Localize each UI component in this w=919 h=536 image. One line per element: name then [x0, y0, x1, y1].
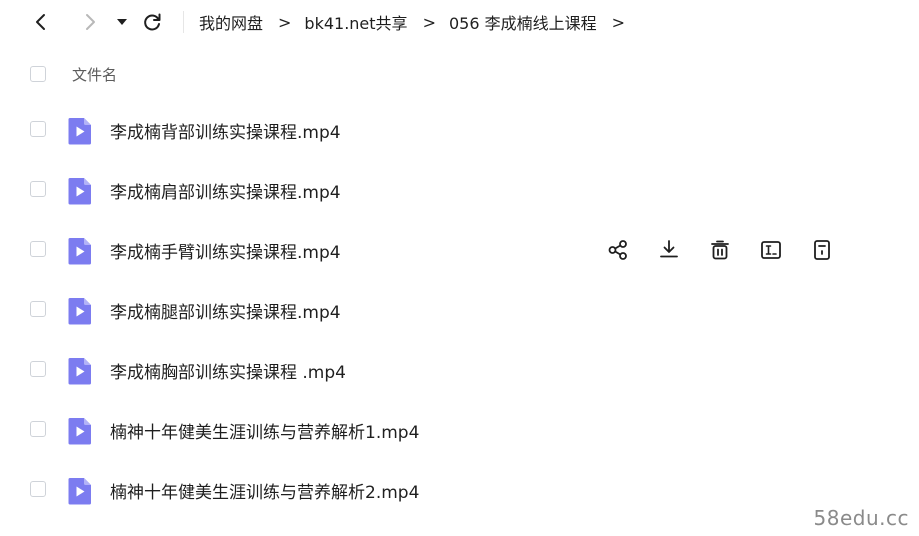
delete-icon	[711, 240, 729, 260]
details-button[interactable]	[810, 238, 834, 262]
column-header-filename[interactable]: 文件名	[72, 64, 117, 85]
file-name[interactable]: 楠神十年健美生涯训练与营养解析1.mp4	[110, 418, 419, 443]
file-name[interactable]: 李成楠背部训练实操课程.mp4	[110, 118, 341, 143]
row-checkbox[interactable]	[30, 421, 46, 437]
download-icon	[660, 240, 678, 258]
share-icon	[608, 240, 627, 260]
row-checkbox[interactable]	[30, 361, 46, 377]
video-file-icon	[68, 478, 91, 505]
file-row-hovered[interactable]: 李成楠手臂训练实操课程.mp4	[0, 225, 919, 273]
rename-icon	[761, 241, 781, 259]
row-checkbox[interactable]	[30, 181, 46, 197]
file-row[interactable]: 楠神十年健美生涯训练与营养解析1.mp4	[0, 405, 919, 453]
video-file-icon	[68, 238, 91, 265]
breadcrumb-item-current[interactable]: 056 李成楠线上课程	[449, 10, 597, 34]
select-all-checkbox[interactable]	[30, 66, 46, 82]
file-row[interactable]: 李成楠腿部训练实操课程.mp4	[0, 285, 919, 333]
video-file-icon	[68, 298, 91, 325]
row-checkbox[interactable]	[30, 481, 46, 497]
delete-button[interactable]	[708, 238, 732, 262]
row-checkbox[interactable]	[30, 121, 46, 137]
details-icon	[814, 240, 830, 260]
file-row[interactable]: 李成楠胸部训练实操课程 .mp4	[0, 345, 919, 393]
file-name[interactable]: 李成楠胸部训练实操课程 .mp4	[110, 358, 346, 383]
forward-button[interactable]	[78, 10, 102, 34]
breadcrumb-item-share[interactable]: bk41.net共享	[304, 10, 407, 34]
file-name[interactable]: 李成楠手臂训练实操课程.mp4	[110, 238, 341, 263]
history-dropdown-button[interactable]	[110, 10, 134, 34]
file-row[interactable]: 李成楠背部训练实操课程.mp4	[0, 105, 919, 153]
breadcrumb-separator: >	[422, 12, 436, 32]
row-actions	[606, 237, 834, 263]
toolbar: 我的网盘 > bk41.net共享 > 056 李成楠线上课程 >	[0, 0, 919, 46]
breadcrumb-item-root[interactable]: 我的网盘	[199, 10, 263, 34]
breadcrumb-separator[interactable]: >	[612, 13, 625, 32]
video-file-icon	[68, 358, 91, 385]
file-name[interactable]: 楠神十年健美生涯训练与营养解析2.mp4	[110, 478, 419, 503]
list-header: 文件名	[0, 58, 919, 92]
file-name[interactable]: 李成楠腿部训练实操课程.mp4	[110, 298, 341, 323]
refresh-button[interactable]	[140, 10, 164, 34]
file-browser-page: 我的网盘 > bk41.net共享 > 056 李成楠线上课程 > 文件名 李成…	[0, 0, 919, 536]
download-button[interactable]	[657, 238, 681, 262]
chevron-left-icon	[36, 14, 45, 30]
video-file-icon	[68, 418, 91, 445]
file-name[interactable]: 李成楠肩部训练实操课程.mp4	[110, 178, 341, 203]
chevron-right-icon	[86, 14, 95, 30]
rename-button[interactable]	[759, 238, 783, 262]
toolbar-divider	[183, 11, 184, 33]
row-checkbox[interactable]	[30, 301, 46, 317]
file-row[interactable]: 楠神十年健美生涯训练与营养解析2.mp4	[0, 465, 919, 513]
refresh-icon	[144, 13, 161, 31]
video-file-icon	[68, 118, 91, 145]
share-button[interactable]	[606, 238, 630, 262]
row-checkbox[interactable]	[30, 241, 46, 257]
breadcrumb-separator: >	[278, 12, 292, 32]
watermark: 58edu.cc	[813, 506, 909, 530]
breadcrumb: 我的网盘 > bk41.net共享 > 056 李成楠线上课程 >	[199, 10, 638, 34]
caret-down-icon	[117, 19, 127, 25]
video-file-icon	[68, 178, 91, 205]
file-row[interactable]: 李成楠肩部训练实操课程.mp4	[0, 165, 919, 213]
back-button[interactable]	[29, 10, 53, 34]
